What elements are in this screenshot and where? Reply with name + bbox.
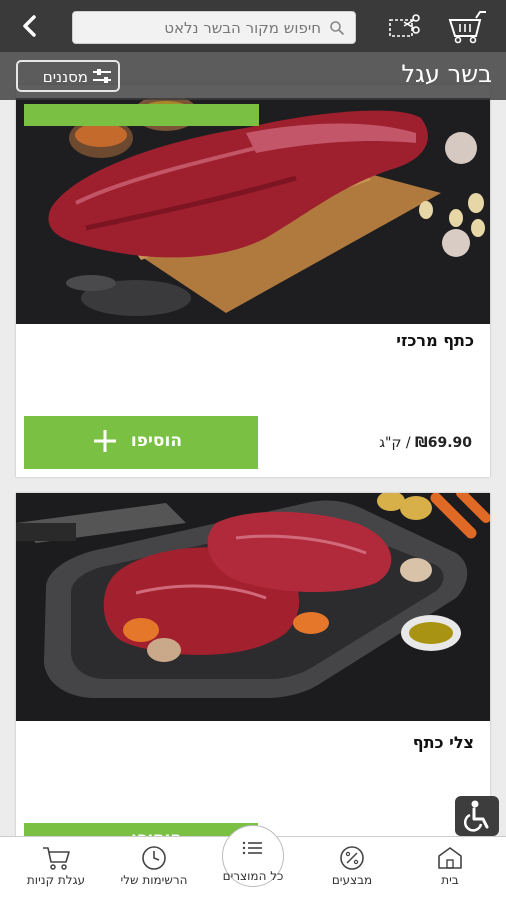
nav-my-lists-label: הרשימות שלי: [120, 873, 188, 887]
nav-all-products[interactable]: כל המוצרים: [203, 841, 303, 899]
clock-icon: [142, 846, 166, 870]
nav-cart[interactable]: עגלת קניות: [6, 841, 106, 899]
list-icon: [242, 841, 262, 855]
nav-home[interactable]: בית: [400, 841, 500, 899]
basket-icon[interactable]: [446, 8, 490, 44]
cart-icon: [43, 847, 70, 870]
wheelchair-icon: [463, 800, 489, 832]
nav-deals[interactable]: מבצעים: [302, 841, 402, 899]
top-bar: [0, 0, 506, 52]
nav-cart-label: עגלת קניות: [26, 873, 86, 887]
partial-add-button: [24, 104, 259, 126]
accessibility-button[interactable]: [455, 796, 499, 836]
category-bar: מסננים בשר עגל: [0, 52, 506, 126]
price-unit: / ק"ג: [379, 435, 416, 451]
product-price: ₪69.90 / ק"ג: [379, 435, 472, 451]
back-chevron-icon[interactable]: [18, 14, 42, 38]
nav-deals-label: מבצעים: [331, 873, 373, 887]
product-card[interactable]: כתף מרכזי הוסיפו ₪69.90 / ק"ג: [16, 85, 490, 477]
home-icon: [438, 847, 462, 869]
product-name[interactable]: צלי כתף: [413, 733, 474, 752]
search-box: [72, 11, 356, 44]
product-image[interactable]: [16, 98, 490, 324]
product-card[interactable]: צלי כתף הוסיפו: [16, 493, 490, 853]
add-to-cart-button[interactable]: הוסיפו: [24, 416, 258, 469]
product-image[interactable]: [16, 493, 490, 721]
filters-button[interactable]: מסננים: [16, 60, 120, 92]
category-title: בשר עגל: [401, 60, 492, 88]
sliders-icon: [93, 69, 111, 83]
nav-all-products-label: כל המוצרים: [222, 869, 284, 883]
plus-icon: [94, 430, 116, 452]
search-icon[interactable]: [329, 20, 345, 36]
nav-my-lists[interactable]: הרשימות שלי: [104, 841, 204, 899]
search-input[interactable]: [81, 12, 321, 43]
bottom-nav: עגלת קניות הרשימות שלי כל המוצרים מבצעים: [0, 825, 506, 900]
filters-label: מסננים: [42, 68, 88, 86]
percent-icon: [340, 846, 364, 870]
scissors-icon[interactable]: [388, 10, 424, 42]
product-name[interactable]: כתף מרכזי: [396, 331, 474, 350]
add-button-label: הוסיפו: [130, 431, 182, 451]
price-value: ₪69.90: [415, 435, 472, 451]
nav-home-label: בית: [441, 873, 459, 887]
